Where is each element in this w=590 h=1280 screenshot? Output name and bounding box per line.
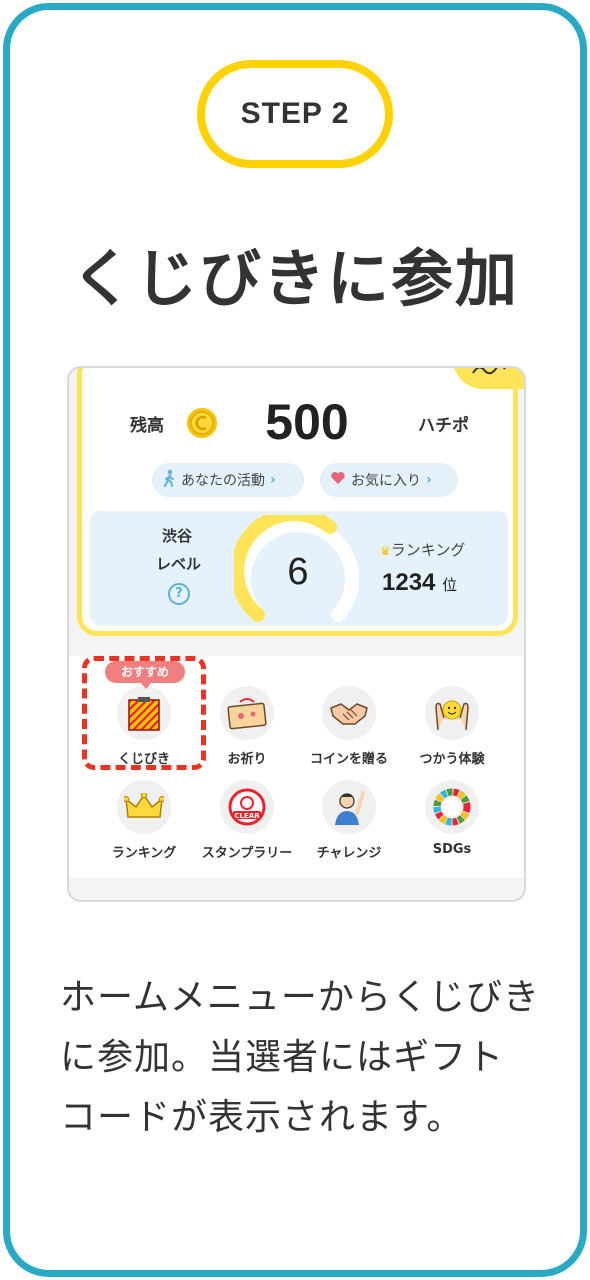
help-icon[interactable]: ? — [168, 583, 190, 605]
menu-label: チャレンジ — [316, 846, 382, 861]
sdgs-wheel-icon — [425, 780, 479, 834]
stamp-clear-icon: CLEAR — [220, 780, 274, 834]
menu-item-prayer[interactable]: お祈り — [197, 686, 297, 767]
menu-item-ranking[interactable]: ランキング — [94, 780, 194, 861]
ranking-value: 1234 位 — [382, 569, 458, 596]
menu-label: お祈り — [227, 752, 267, 767]
level-place: 渋谷 — [162, 527, 193, 545]
menu-label: スタンプラリー — [201, 846, 293, 861]
menu-label: つかう体験 — [419, 752, 485, 767]
activity-chip-label: あなたの活動 — [181, 473, 265, 489]
menu-item-sdgs[interactable]: SDGs — [402, 780, 502, 857]
ranking-label: ♛ランキング — [380, 541, 466, 559]
page-title: くじびきに参加 — [70, 242, 519, 315]
step-badge: STEP 2 — [197, 60, 393, 168]
walking-person-icon — [162, 469, 176, 491]
hands-smile-icon — [425, 686, 479, 740]
menu-item-use-experience[interactable]: つかう体験 — [402, 686, 502, 767]
crown-icon — [117, 780, 171, 834]
svg-text:CLEAR: CLEAR — [234, 812, 260, 820]
coin-icon — [186, 407, 218, 439]
activity-chip[interactable]: あなたの活動 › — [152, 463, 304, 497]
menu-label: コインを贈る — [309, 752, 388, 767]
recommend-badge: おすすめ — [105, 661, 185, 689]
app-screenshot: 残高 500 ハチポ あなたの活動 › お気に入り › 渋谷 レベル ? 6 ♛… — [67, 366, 526, 902]
crown-icon: ♛ — [380, 544, 391, 558]
menu-label: SDGs — [432, 842, 472, 857]
balance-card: 残高 500 ハチポ あなたの活動 › お気に入り › 渋谷 レベル ? 6 ♛… — [77, 368, 524, 636]
level-panel: 渋谷 レベル ? 6 ♛ランキング 1234 位 — [90, 511, 508, 625]
favorites-chip-label: お気に入り — [351, 473, 421, 489]
handshake-icon — [322, 686, 376, 740]
description-text: ホームメニューからくじびきに参加。当選者にはギフトコードが表示されます。 — [60, 977, 540, 1138]
heart-icon — [330, 471, 346, 489]
challenge-person-icon — [322, 780, 376, 834]
menu-grid: くじびき お祈り コインを贈る つかう体験 ランキング CLEAR スタンプラリ… — [69, 656, 524, 878]
menu-item-send-coin[interactable]: コインを贈る — [299, 686, 399, 767]
prayer-envelope-icon — [220, 686, 274, 740]
level-label: レベル — [156, 555, 202, 573]
balance-value: 500 — [265, 394, 349, 450]
chevron-right-icon: › — [426, 472, 432, 488]
chevron-right-icon: › — [270, 472, 276, 488]
favorites-chip[interactable]: お気に入り › — [320, 463, 458, 497]
menu-item-challenge[interactable]: チャレンジ — [299, 780, 399, 861]
balance-label: 残高 — [130, 416, 164, 436]
menu-item-stamp-rally[interactable]: CLEAR スタンプラリー — [197, 780, 297, 861]
menu-label: ランキング — [111, 846, 177, 861]
balance-unit: ハチポ — [418, 416, 469, 436]
corner-mascot-icon — [453, 368, 524, 389]
level-value: 6 — [287, 551, 309, 593]
